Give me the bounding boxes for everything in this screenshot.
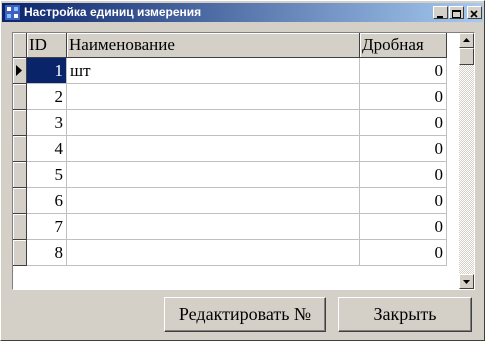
edit-number-button[interactable]: Редактировать № [164,297,326,332]
title-bar[interactable]: Настройка единиц измерения [2,3,483,22]
cell-fractional[interactable]: 0 [360,110,447,136]
close-button[interactable]: Закрыть [338,297,472,332]
row-indicator[interactable] [13,110,27,136]
scroll-down-button[interactable] [459,274,474,289]
row-indicator[interactable] [13,136,27,162]
cell-id[interactable]: 2 [27,84,67,110]
cell-name[interactable] [67,188,360,214]
row-indicator-current[interactable] [13,58,27,84]
arrow-up-icon [463,38,470,42]
cell-id[interactable]: 1 [27,58,67,84]
cell-fractional[interactable]: 0 [360,136,447,162]
minimize-button[interactable] [433,6,448,19]
row-indicator[interactable] [13,84,27,110]
cell-fractional[interactable]: 0 [360,214,447,240]
vertical-scrollbar[interactable] [459,33,474,289]
cell-name[interactable] [67,84,360,110]
units-grid[interactable]: ID Наименование Дробная 1 шт 0 2 0 3 0 4… [12,32,475,290]
column-header-name[interactable]: Наименование [67,33,360,58]
cell-id[interactable]: 4 [27,136,67,162]
cell-id[interactable]: 3 [27,110,67,136]
maximize-button[interactable] [449,6,464,19]
row-indicator[interactable] [13,188,27,214]
row-indicator[interactable] [13,162,27,188]
close-window-button[interactable] [467,6,482,19]
window-title: Настройка единиц измерения [24,5,202,19]
scroll-up-button[interactable] [459,33,474,48]
cell-id[interactable]: 7 [27,214,67,240]
cell-fractional[interactable]: 0 [360,162,447,188]
arrow-down-icon [463,280,470,284]
cell-id[interactable]: 5 [27,162,67,188]
maximize-icon [452,10,461,18]
current-row-arrow-icon [16,65,22,76]
column-header-id[interactable]: ID [27,33,67,58]
row-indicator[interactable] [13,214,27,240]
cell-name[interactable] [67,240,360,266]
scroll-thumb[interactable] [459,48,474,65]
cell-fractional[interactable]: 0 [360,188,447,214]
cell-fractional[interactable]: 0 [360,84,447,110]
header-corner [13,33,27,58]
cell-id[interactable]: 8 [27,240,67,266]
grid-body: ID Наименование Дробная 1 шт 0 2 0 3 0 4… [13,33,459,289]
cell-fractional[interactable]: 0 [360,58,447,84]
column-header-fractional[interactable]: Дробная [360,33,447,58]
cell-name[interactable] [67,136,360,162]
close-icon [470,10,478,18]
cell-name[interactable] [67,214,360,240]
window: Настройка единиц измерения ID Наименован… [0,0,485,341]
cell-fractional[interactable]: 0 [360,240,447,266]
minimize-icon [437,16,443,18]
cell-id[interactable]: 6 [27,188,67,214]
app-icon [5,5,20,20]
cell-name[interactable] [67,162,360,188]
cell-name[interactable]: шт [67,58,360,84]
row-indicator[interactable] [13,240,27,266]
cell-name[interactable] [67,110,360,136]
